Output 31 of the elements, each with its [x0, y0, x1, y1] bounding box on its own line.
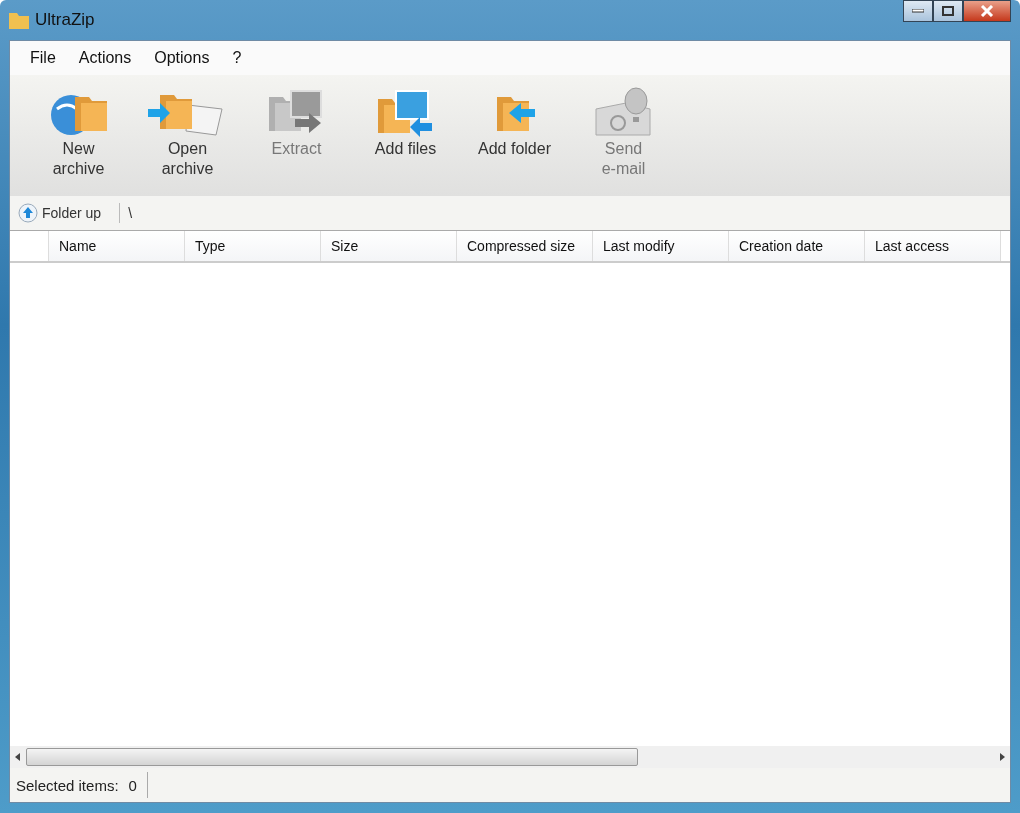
- menu-item[interactable]: Actions: [68, 49, 145, 67]
- folder-up-button[interactable]: Folder up: [18, 203, 102, 223]
- maximize-icon: [942, 6, 954, 16]
- left-arrow-icon[interactable]: [14, 752, 22, 762]
- menu-item[interactable]: ?: [222, 49, 255, 67]
- right-arrow-icon[interactable]: [998, 752, 1006, 762]
- column-header[interactable]: Type: [185, 231, 321, 261]
- status-count: 0: [128, 776, 137, 794]
- column-header[interactable]: Creation date: [729, 231, 865, 261]
- column-header[interactable]: Last modify: [593, 231, 729, 261]
- column-header[interactable]: Size: [321, 231, 457, 261]
- horizontal-scrollbar[interactable]: [10, 746, 1010, 768]
- window-title: UltraZip: [35, 10, 95, 30]
- toolbar-button[interactable]: New archive: [24, 75, 133, 180]
- menu-item[interactable]: Options: [144, 49, 223, 67]
- column-header[interactable]: Name: [49, 231, 185, 261]
- minimize-button[interactable]: [903, 0, 933, 22]
- toolbar-button[interactable]: Add folder: [460, 75, 569, 160]
- column-header[interactable]: Last access: [865, 231, 1001, 261]
- column-header[interactable]: Compressed size: [457, 231, 593, 261]
- toolbar-button[interactable]: Add files: [351, 75, 460, 160]
- folder-icon: [9, 11, 29, 29]
- close-icon: [980, 5, 994, 17]
- minimize-icon: [912, 9, 924, 13]
- maximize-button[interactable]: [933, 0, 963, 22]
- menu-item[interactable]: File: [20, 49, 69, 67]
- path-text: \: [128, 205, 133, 221]
- status-label: Selected items:: [16, 776, 119, 794]
- scrollbar-thumb[interactable]: [26, 748, 638, 766]
- close-button[interactable]: [963, 0, 1011, 22]
- toolbar-button[interactable]: Open archive: [133, 75, 242, 180]
